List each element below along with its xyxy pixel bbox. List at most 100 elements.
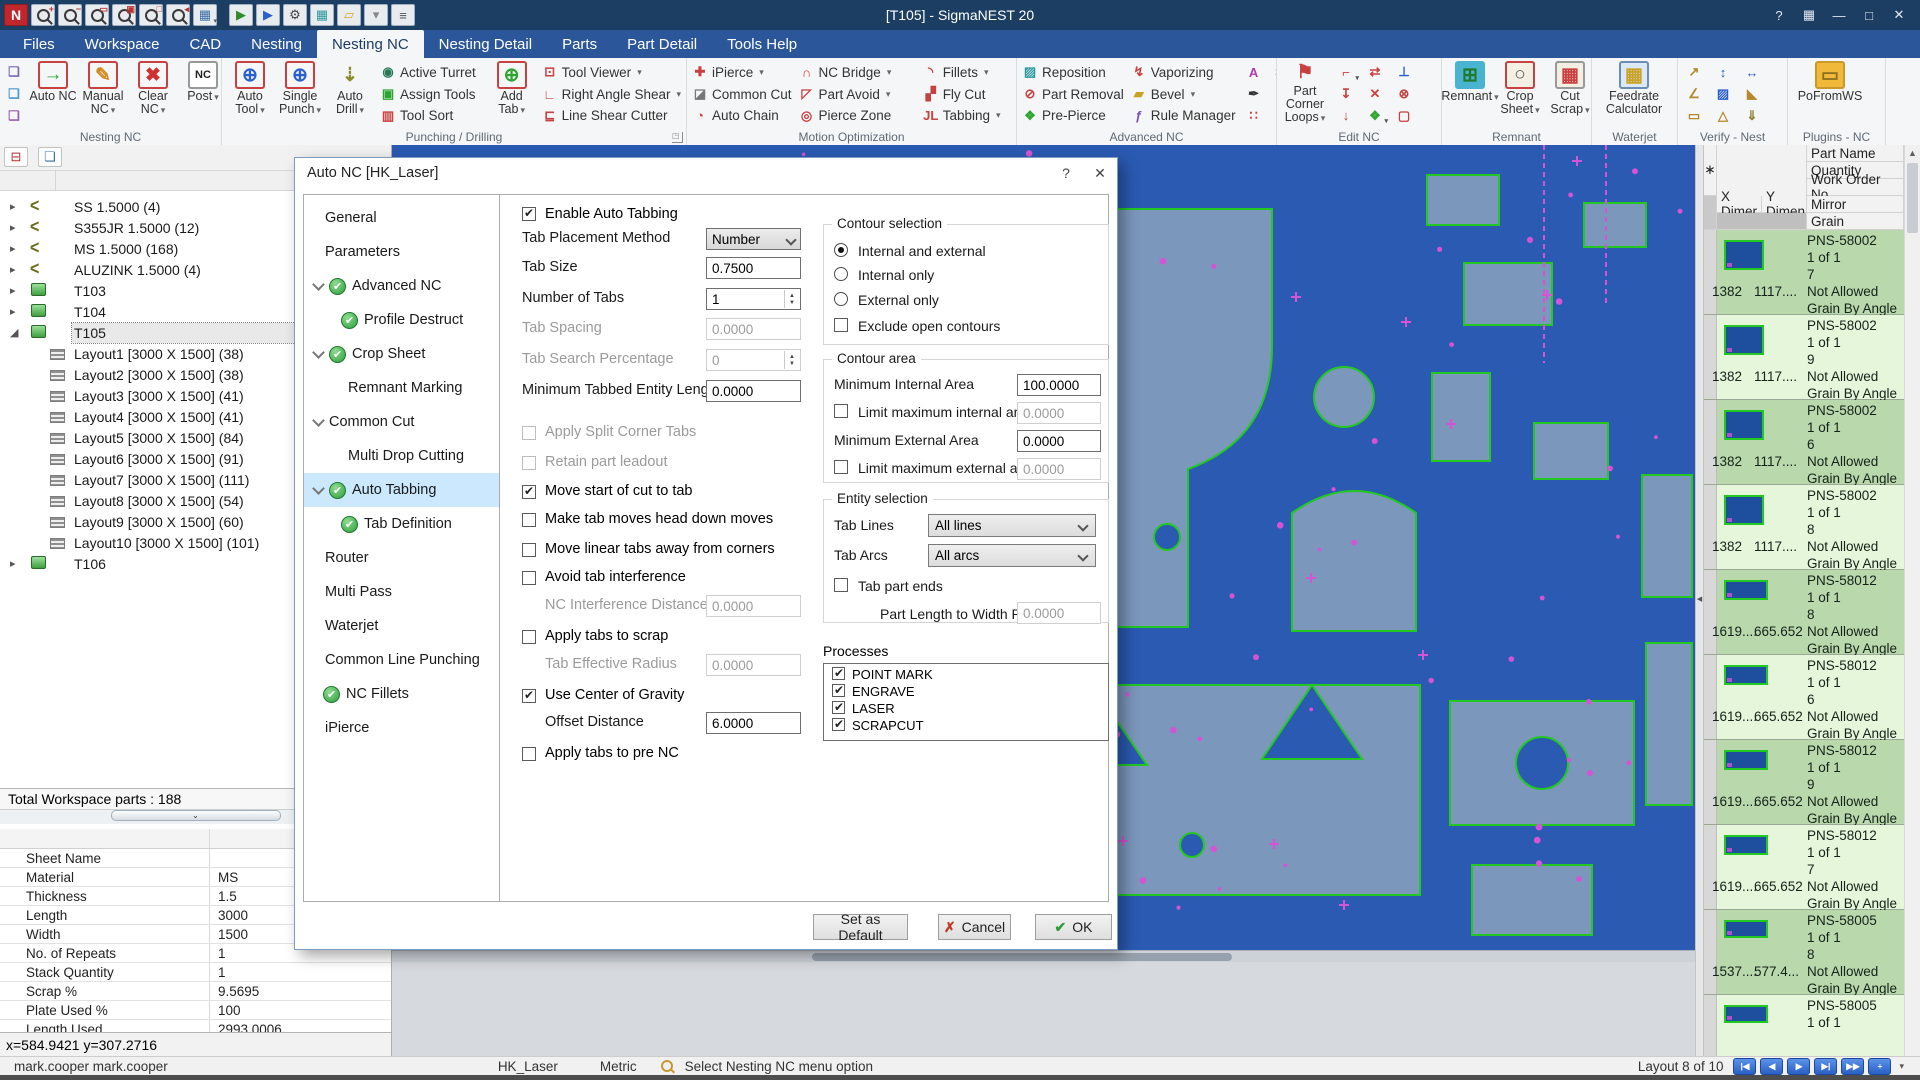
common-cut-button[interactable]: ◪Common Cut: [690, 84, 794, 105]
menu-tab-workspace[interactable]: Workspace: [70, 30, 175, 58]
col-part-name[interactable]: Part Name: [1807, 145, 1904, 162]
tabbing-button[interactable]: JLTabbing▾: [921, 105, 1013, 126]
offset-distance-input[interactable]: 6.0000: [706, 712, 801, 734]
property-row-stack-quantity[interactable]: Stack Quantity1: [0, 963, 391, 982]
close-button[interactable]: ✕: [1884, 3, 1914, 27]
part-row[interactable]: PNS-580051 of 181537....577.4...Not Allo…: [1704, 910, 1904, 995]
process-point-mark[interactable]: POINT MARK: [828, 666, 1108, 683]
numbering-icon[interactable]: 123: [1270, 62, 1277, 83]
pofromws-button[interactable]: ▭PoFromWS: [1791, 60, 1869, 126]
z oom-sheet-icon[interactable]: □: [139, 4, 163, 26]
measure-width-icon[interactable]: ↔: [1739, 62, 1765, 83]
dialog-nav-auto-tabbing[interactable]: ✔Auto Tabbing: [304, 473, 499, 507]
chevron-down-icon[interactable]: [312, 414, 325, 427]
part-row[interactable]: PNS-580021 of 1613821117....Not AllowedG…: [1704, 400, 1904, 485]
process-laser[interactable]: LASER: [828, 700, 1108, 717]
dialog-help-button[interactable]: ?: [1049, 159, 1083, 187]
rule-manager-button[interactable]: ƒRule Manager: [1129, 105, 1238, 126]
retain-part-leadout-checkbox[interactable]: [522, 456, 536, 470]
expand-icon[interactable]: ▸: [10, 305, 16, 318]
menu-tab-files[interactable]: Files: [8, 30, 70, 58]
pre-pierce-button[interactable]: ❖Pre-Pierce: [1020, 105, 1126, 126]
collapse-icon[interactable]: ◢: [10, 326, 18, 339]
dialog-nav-common-line-punching[interactable]: Common Line Punching: [304, 643, 499, 677]
tool-viewer-button[interactable]: ⊡Tool Viewer▾: [540, 62, 683, 83]
chevron-down-icon[interactable]: [312, 278, 325, 291]
step-edit-icon[interactable]: ⌐▾: [1333, 62, 1359, 83]
zoom-extents-icon[interactable]: ▣: [112, 4, 136, 26]
apply-split-corner-tabs-checkbox[interactable]: [522, 426, 536, 440]
part-length-width-ratio-input[interactable]: 0.0000: [1017, 602, 1101, 624]
menu-tab-part-detail[interactable]: Part Detail: [612, 30, 712, 58]
plunge-icon[interactable]: ⊥: [1391, 62, 1417, 83]
nc-interference-distance-input[interactable]: 0.0000: [706, 595, 801, 617]
dialog-nav-remnant-marking[interactable]: Remnant Marking: [304, 371, 499, 405]
number-of-tabs-input[interactable]: 1▲▼: [706, 288, 801, 310]
tab-placement-method-select[interactable]: Number: [706, 228, 801, 250]
part-row[interactable]: PNS-580051 of 1: [1704, 995, 1904, 1056]
menu-tab-nesting[interactable]: Nesting: [236, 30, 317, 58]
right-angle-shear-button[interactable]: ∟Right Angle Shear▾: [540, 84, 683, 105]
minimum-tabbed-entity-length-input[interactable]: 0.0000: [706, 380, 801, 402]
previous-layout-button[interactable]: ◀: [1760, 1058, 1783, 1075]
workspace-grid-icon[interactable]: ▦: [310, 4, 334, 26]
tab-arcs-select[interactable]: All arcs: [928, 544, 1096, 567]
add-layout-button[interactable]: +: [1868, 1058, 1891, 1075]
auto-chain-button[interactable]: ◔Auto Chain: [690, 105, 794, 126]
cut-scrap-button[interactable]: ▦Cut Scrap▾: [1545, 60, 1592, 126]
dialog-launcher-icon[interactable]: ◳: [672, 132, 683, 143]
line-shear-cutter-button[interactable]: ⊑Line Shear Cutter: [540, 105, 683, 126]
next-layout-button[interactable]: ▶: [1787, 1058, 1810, 1075]
expand-icon[interactable]: ▸: [10, 557, 16, 570]
ok-button[interactable]: ✔OK: [1035, 914, 1112, 940]
post-button[interactable]: NCPost▾: [178, 60, 222, 126]
reposition-button[interactable]: ▨Reposition: [1020, 62, 1126, 83]
col-grain[interactable]: Grain: [1807, 213, 1904, 230]
minimize-button[interactable]: —: [1824, 3, 1854, 27]
more-icon[interactable]: ▾: [364, 4, 388, 26]
limit-maximum-internal-area-input[interactable]: 0.0000: [1017, 402, 1101, 424]
point-mark-checkbox[interactable]: [832, 667, 845, 680]
add-tab-button[interactable]: ⊕Add Tab▾: [487, 60, 537, 126]
property-row-scrap[interactable]: Scrap %9.5695: [0, 982, 391, 1001]
set-as-default-button[interactable]: Set as Default: [813, 914, 908, 940]
tool-sort-button[interactable]: ▥Tool Sort: [378, 105, 484, 126]
scroll-up-icon[interactable]: ▲: [1905, 145, 1920, 161]
part-edit-icon[interactable]: ❖▾: [1362, 105, 1388, 126]
go-to-layout-button[interactable]: ▶▶: [1841, 1058, 1864, 1075]
zoom-in-icon[interactable]: +: [31, 4, 55, 26]
measure-point-icon[interactable]: ↕: [1710, 62, 1736, 83]
part-removal-button[interactable]: ⊘Part Removal: [1020, 84, 1126, 105]
part-row[interactable]: PNS-580121 of 181619....665.652Not Allow…: [1704, 570, 1904, 655]
dialog-nav-multi-drop-cutting[interactable]: Multi Drop Cutting: [304, 439, 499, 473]
dialog-nav-crop-sheet[interactable]: ✔Crop Sheet: [304, 337, 499, 371]
dialog-nav-common-cut[interactable]: Common Cut: [304, 405, 499, 439]
tab-search-percentage-input[interactable]: 0▲▼: [706, 349, 801, 371]
zoom-previous-icon[interactable]: ◂: [166, 4, 190, 26]
auto-drill-button[interactable]: ⇣Auto Drill▾: [325, 60, 375, 126]
panel-splitter[interactable]: ◀: [1695, 145, 1704, 1056]
chevron-down-icon[interactable]: [312, 482, 325, 495]
measure-diagonal-icon[interactable]: ↗: [1681, 62, 1707, 83]
expand-icon[interactable]: ▸: [10, 242, 16, 255]
view-layout-icon[interactable]: ▦▾: [193, 4, 217, 26]
col-y-dimension[interactable]: Y Dimen: [1762, 196, 1807, 213]
menu-tab-cad[interactable]: CAD: [174, 30, 236, 58]
simulate-fast-icon[interactable]: ▶: [256, 4, 280, 26]
part-window-icon[interactable]: ❏: [38, 147, 62, 167]
remnant-button[interactable]: ⊞Remnant▾: [1445, 60, 1495, 126]
expand-icon[interactable]: ▸: [10, 284, 16, 297]
last-layout-button[interactable]: ▶|: [1814, 1058, 1837, 1075]
layout-button[interactable]: ▦: [1794, 3, 1824, 27]
part-row[interactable]: PNS-580121 of 161619....665.652Not Allow…: [1704, 655, 1904, 740]
swap-direction-icon[interactable]: ⇄: [1362, 62, 1388, 83]
measure-area-icon[interactable]: ▭: [1681, 105, 1707, 126]
processes-listbox[interactable]: POINT MARKENGRAVELASERSCRAPCUT: [823, 663, 1109, 741]
cancel-button[interactable]: ✗Cancel: [938, 914, 1011, 940]
dialog-nav-profile-destruct[interactable]: ✔Profile Destruct: [304, 303, 499, 337]
pierce-zone-button[interactable]: ◎Pierce Zone: [797, 105, 918, 126]
minimum-internal-area-input[interactable]: 100.0000: [1017, 374, 1101, 396]
clear-nc-button[interactable]: ✖Clear NC▾: [128, 60, 178, 126]
maximize-button[interactable]: □: [1854, 3, 1884, 27]
dialog-nav-multi-pass[interactable]: Multi Pass: [304, 575, 499, 609]
